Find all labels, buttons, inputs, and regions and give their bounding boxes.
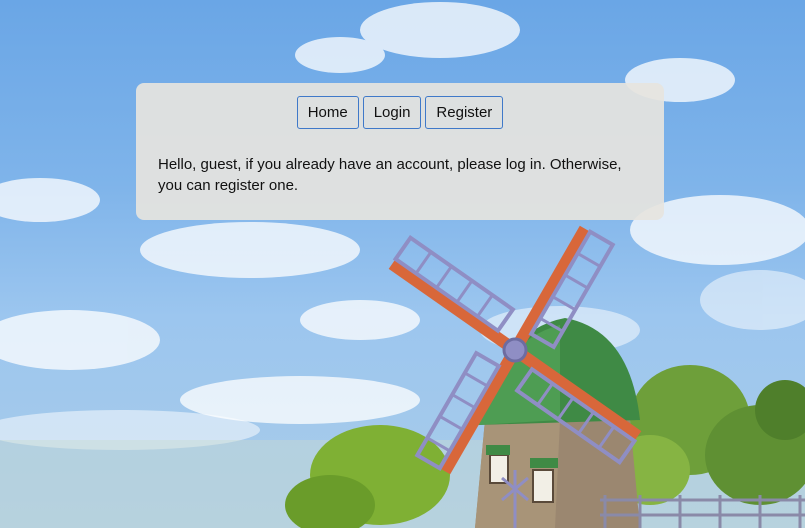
register-button[interactable]: Register: [425, 96, 504, 129]
home-button[interactable]: Home: [296, 96, 359, 129]
windmill-landscape-background: [0, 2, 805, 528]
login-button[interactable]: Login: [362, 96, 422, 129]
welcome-panel: Home Login Register Hello, guest, if you…: [136, 83, 664, 220]
main-nav: Home Login Register: [136, 96, 664, 129]
welcome-message: Hello, guest, if you already have an acc…: [158, 156, 622, 194]
